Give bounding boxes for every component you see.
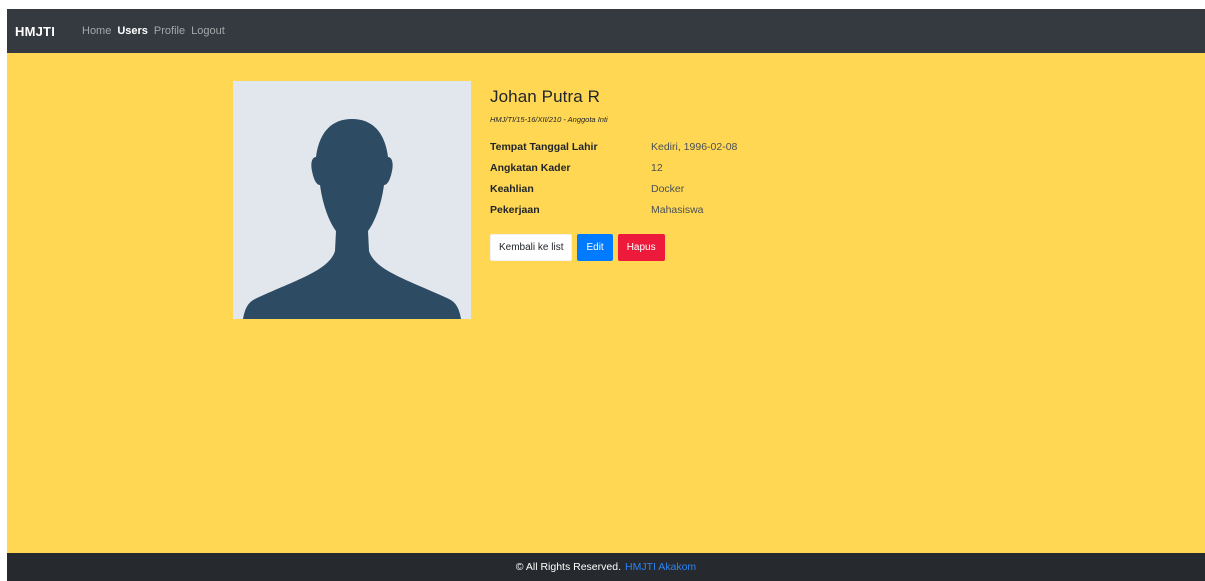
field-label: Keahlian <box>490 182 534 195</box>
footer-copyright: © All Rights Reserved. <box>515 561 621 573</box>
profile-name: Johan Putra R <box>490 87 600 106</box>
avatar-silhouette-icon <box>243 119 461 319</box>
edit-button[interactable]: Edit <box>577 234 613 261</box>
app-frame: HMJTI Home Users Profile Logout Johan Pu… <box>7 9 1205 581</box>
navbar-brand[interactable]: HMJTI <box>15 24 55 39</box>
field-value: Kediri, 1996-02-08 <box>651 140 738 153</box>
info-row: Angkatan Kader 12 <box>490 157 737 178</box>
field-label: Pekerjaan <box>490 203 540 216</box>
nav-link-home[interactable]: Home <box>82 25 111 37</box>
action-buttons: Kembali ke list Edit Hapus <box>490 234 890 261</box>
field-label: Tempat Tanggal Lahir <box>490 140 598 153</box>
profile-photo <box>233 81 471 319</box>
profile-info-table: Tempat Tanggal Lahir Kediri, 1996-02-08 … <box>490 136 737 220</box>
field-value: Mahasiswa <box>651 203 704 216</box>
nav-link-logout[interactable]: Logout <box>191 25 225 37</box>
info-row: Pekerjaan Mahasiswa <box>490 199 737 220</box>
nav-link-profile[interactable]: Profile <box>154 25 185 37</box>
info-row: Tempat Tanggal Lahir Kediri, 1996-02-08 <box>490 136 737 157</box>
info-row: Keahlian Docker <box>490 178 737 199</box>
profile-subtitle: HMJ/TI/15-16/XII/210 - Anggota Inti <box>490 115 608 124</box>
profile-details: Johan Putra R HMJ/TI/15-16/XII/210 - Ang… <box>490 83 890 261</box>
footer-link[interactable]: HMJTI Akakom <box>625 561 696 573</box>
field-value: Docker <box>651 182 685 195</box>
field-label: Angkatan Kader <box>490 161 571 174</box>
field-value: 12 <box>651 161 663 174</box>
nav-link-users[interactable]: Users <box>117 25 148 37</box>
footer: © All Rights Reserved. HMJTI Akakom <box>7 553 1205 581</box>
navbar: HMJTI Home Users Profile Logout <box>7 9 1205 53</box>
back-to-list-button[interactable]: Kembali ke list <box>490 234 573 261</box>
delete-button[interactable]: Hapus <box>617 234 665 261</box>
